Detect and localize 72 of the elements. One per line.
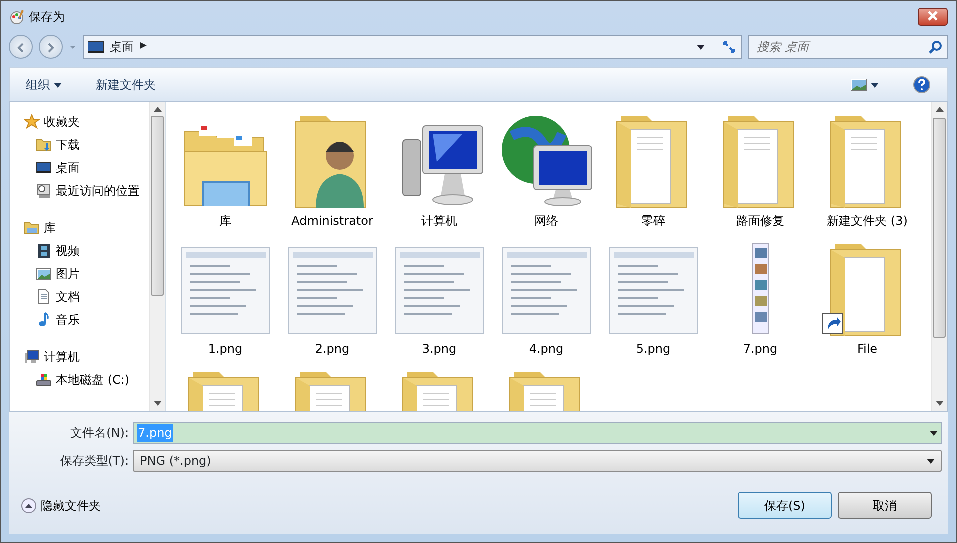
sidebar-item[interactable]: 计算机 (24, 345, 80, 368)
desktop-icon (88, 40, 104, 54)
sidebar-item[interactable]: 图片 (24, 262, 80, 285)
document-icon (36, 288, 52, 304)
window-title: 保存为 (29, 9, 65, 26)
sidebar-item[interactable]: 音乐 (24, 308, 80, 331)
caret-icon (54, 82, 62, 88)
file-item[interactable]: 7.png (707, 236, 814, 358)
scroll-up-arrow-icon (936, 107, 944, 112)
back-button[interactable] (9, 35, 33, 59)
breadcrumb-arrow[interactable]: ▶ (140, 40, 147, 54)
library-icon (24, 220, 40, 236)
address-location[interactable]: 桌面 (110, 38, 134, 56)
file-item[interactable]: 5.png (600, 236, 707, 358)
new-folder-button[interactable]: 新建文件夹 (92, 74, 160, 96)
dropdown-arrow-icon (927, 458, 935, 464)
sidebar-item[interactable]: 桌面 (24, 156, 80, 179)
sidebar-item[interactable]: 收藏夹 (24, 110, 80, 133)
collapse-icon (21, 498, 37, 514)
refresh-icon[interactable] (721, 39, 737, 55)
hide-folders-button[interactable]: 隐藏文件夹 (21, 496, 101, 514)
sidebar-item[interactable]: 最近访问的位置 (24, 179, 140, 202)
scroll-down-arrow-icon (154, 401, 162, 406)
search-icon (928, 40, 942, 54)
scroll-up-arrow-icon (154, 107, 162, 112)
scrollbar-thumb[interactable] (933, 118, 946, 338)
scrollbar-thumb[interactable] (151, 116, 164, 296)
film-icon (36, 242, 52, 258)
sidebar-item[interactable]: 库 (24, 216, 56, 239)
file-item[interactable]: 零碎 (600, 108, 707, 230)
sidebar-item[interactable]: 文档 (24, 285, 80, 308)
close-icon (927, 11, 939, 22)
search-field[interactable]: 搜索 桌面 (748, 35, 948, 59)
sidebar-item[interactable]: 视频 (24, 239, 80, 262)
file-item[interactable]: 计算机 (386, 108, 493, 230)
sidebar-item[interactable]: 本地磁盘 (C:) (24, 368, 130, 391)
star-icon (24, 114, 40, 130)
scroll-down-arrow-icon (936, 401, 944, 406)
file-item[interactable]: 4.png (493, 236, 600, 358)
organize-menu-button[interactable]: 组织 (22, 74, 66, 96)
save-button[interactable]: 保存(S) (738, 492, 832, 519)
field-label: 保存类型(T): (59, 453, 130, 470)
file-item[interactable]: File (814, 236, 921, 358)
music-note-icon (36, 312, 52, 328)
file-item[interactable]: 路面修复 (707, 108, 814, 230)
file-item[interactable]: 3.png (386, 236, 493, 358)
dropdown-arrow-icon (697, 44, 705, 50)
file-item[interactable]: 网络 (493, 108, 600, 230)
address-bar[interactable]: 桌面 ▶ (83, 35, 742, 59)
file-item[interactable]: Administrator (279, 108, 386, 230)
dropdown-arrow-icon (930, 430, 938, 436)
drive-icon (36, 372, 52, 388)
caret-icon (69, 44, 77, 50)
file-item[interactable]: 2.png (279, 236, 386, 358)
desktop-icon (36, 160, 52, 176)
file-type-dropdown[interactable]: PNG (*.png) (133, 450, 942, 472)
help-icon (913, 76, 931, 94)
close-button[interactable] (918, 8, 948, 26)
picture-icon (851, 79, 868, 92)
file-item[interactable]: 库 (172, 108, 279, 230)
file-item[interactable]: 新建文件夹 (3) (814, 108, 921, 230)
forward-button[interactable] (39, 35, 63, 59)
cancel-button[interactable]: 取消 (838, 492, 932, 519)
field-label: 文件名(N): (70, 425, 130, 442)
paint-palette-icon (9, 9, 25, 25)
sidebar-item[interactable]: 下载 (24, 133, 80, 156)
computer-icon (24, 348, 40, 364)
caret-icon (871, 82, 879, 88)
file-item[interactable]: 1.png (172, 236, 279, 358)
clock-icon (36, 182, 52, 198)
picture-icon (36, 266, 52, 282)
folder-icon (36, 136, 52, 152)
